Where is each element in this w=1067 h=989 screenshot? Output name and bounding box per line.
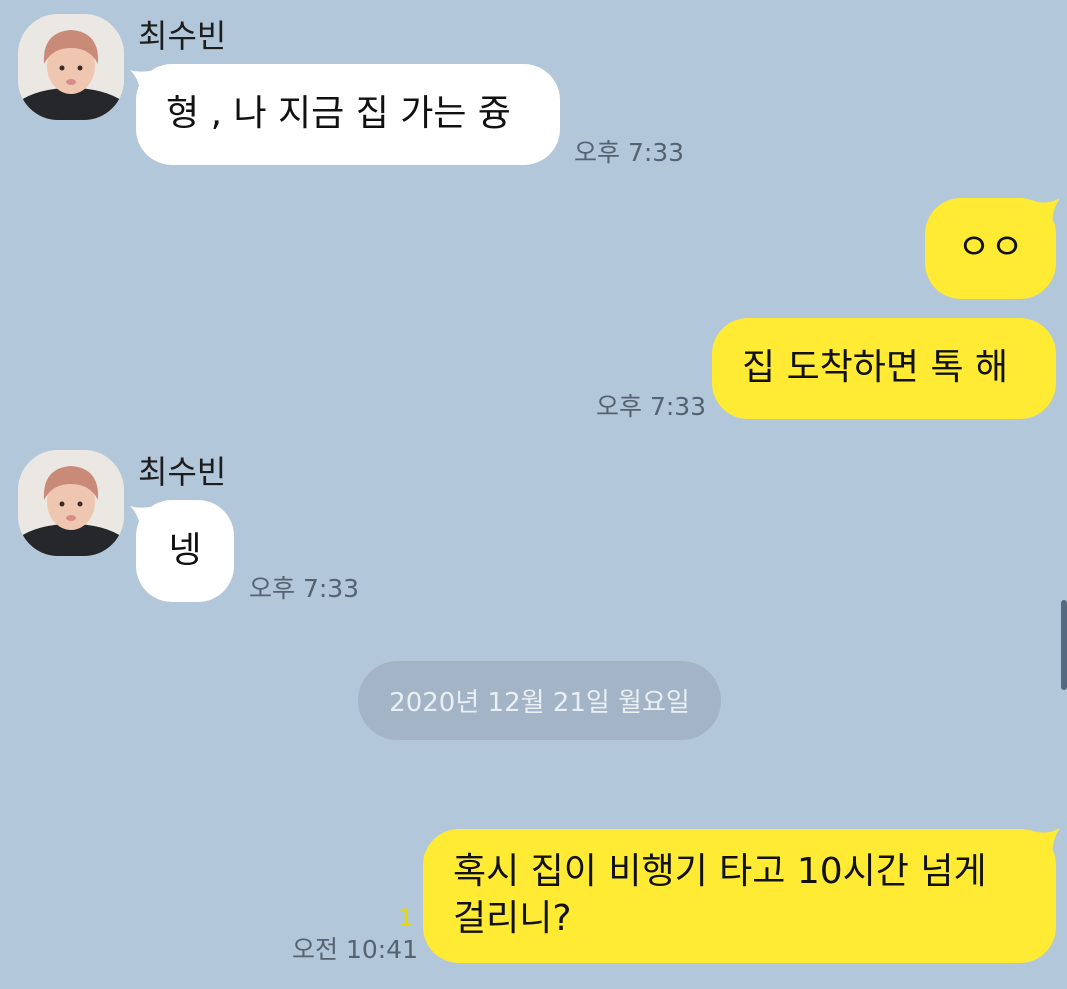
scrollbar-thumb[interactable]: [1061, 600, 1067, 690]
message-bubble-incoming[interactable]: 넹: [136, 500, 234, 602]
message-time: 오후 7:33: [249, 574, 360, 603]
date-divider: 2020년 12월 21일 월요일: [358, 661, 721, 740]
message-time: 오전 10:41: [292, 935, 418, 964]
avatar[interactable]: [18, 14, 124, 120]
message-text: 혹시 집이 비행기 타고 10시간 넘게 걸리니?: [453, 851, 987, 939]
message-bubble-outgoing[interactable]: 집 도착하면 톡 해: [712, 318, 1056, 419]
unread-count: 1: [398, 904, 414, 932]
avatar[interactable]: [18, 450, 124, 556]
message-bubble-outgoing[interactable]: ㅇㅇ: [925, 198, 1056, 299]
message-text: 형 , 나 지금 집 가는 즁: [166, 93, 512, 135]
message-bubble-outgoing[interactable]: 혹시 집이 비행기 타고 10시간 넘게 걸리니?: [423, 829, 1056, 963]
message-text: 넹: [168, 529, 202, 571]
message-text: 집 도착하면 톡 해: [742, 347, 1009, 389]
profile-photo: [18, 14, 124, 120]
message-text: ㅇㅇ: [957, 227, 1024, 269]
message-time: 오후 7:33: [574, 138, 685, 167]
profile-photo: [18, 450, 124, 556]
date-divider-label: 2020년 12월 21일 월요일: [389, 688, 690, 718]
sender-name: 최수빈: [138, 17, 227, 55]
sender-name: 최수빈: [138, 453, 227, 491]
message-bubble-incoming[interactable]: 형 , 나 지금 집 가는 즁: [136, 64, 560, 165]
message-time: 오후 7:33: [596, 392, 707, 421]
